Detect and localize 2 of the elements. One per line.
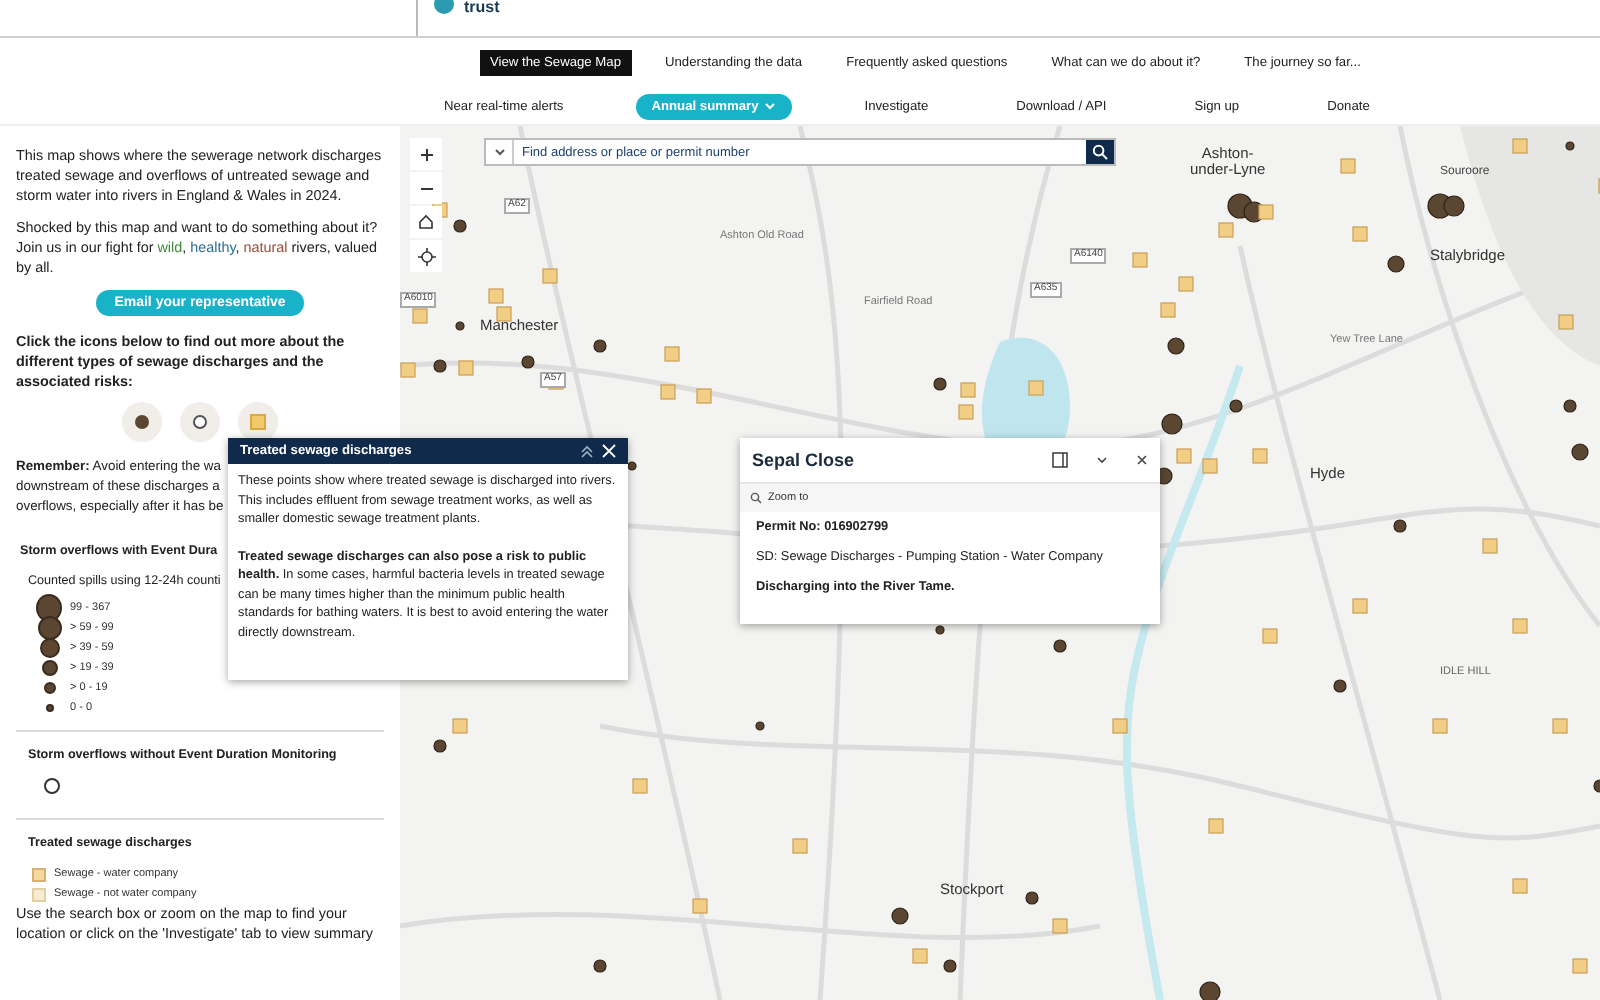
logo-text: trust — [464, 0, 500, 16]
popup-title: Sepal Close — [752, 450, 857, 470]
